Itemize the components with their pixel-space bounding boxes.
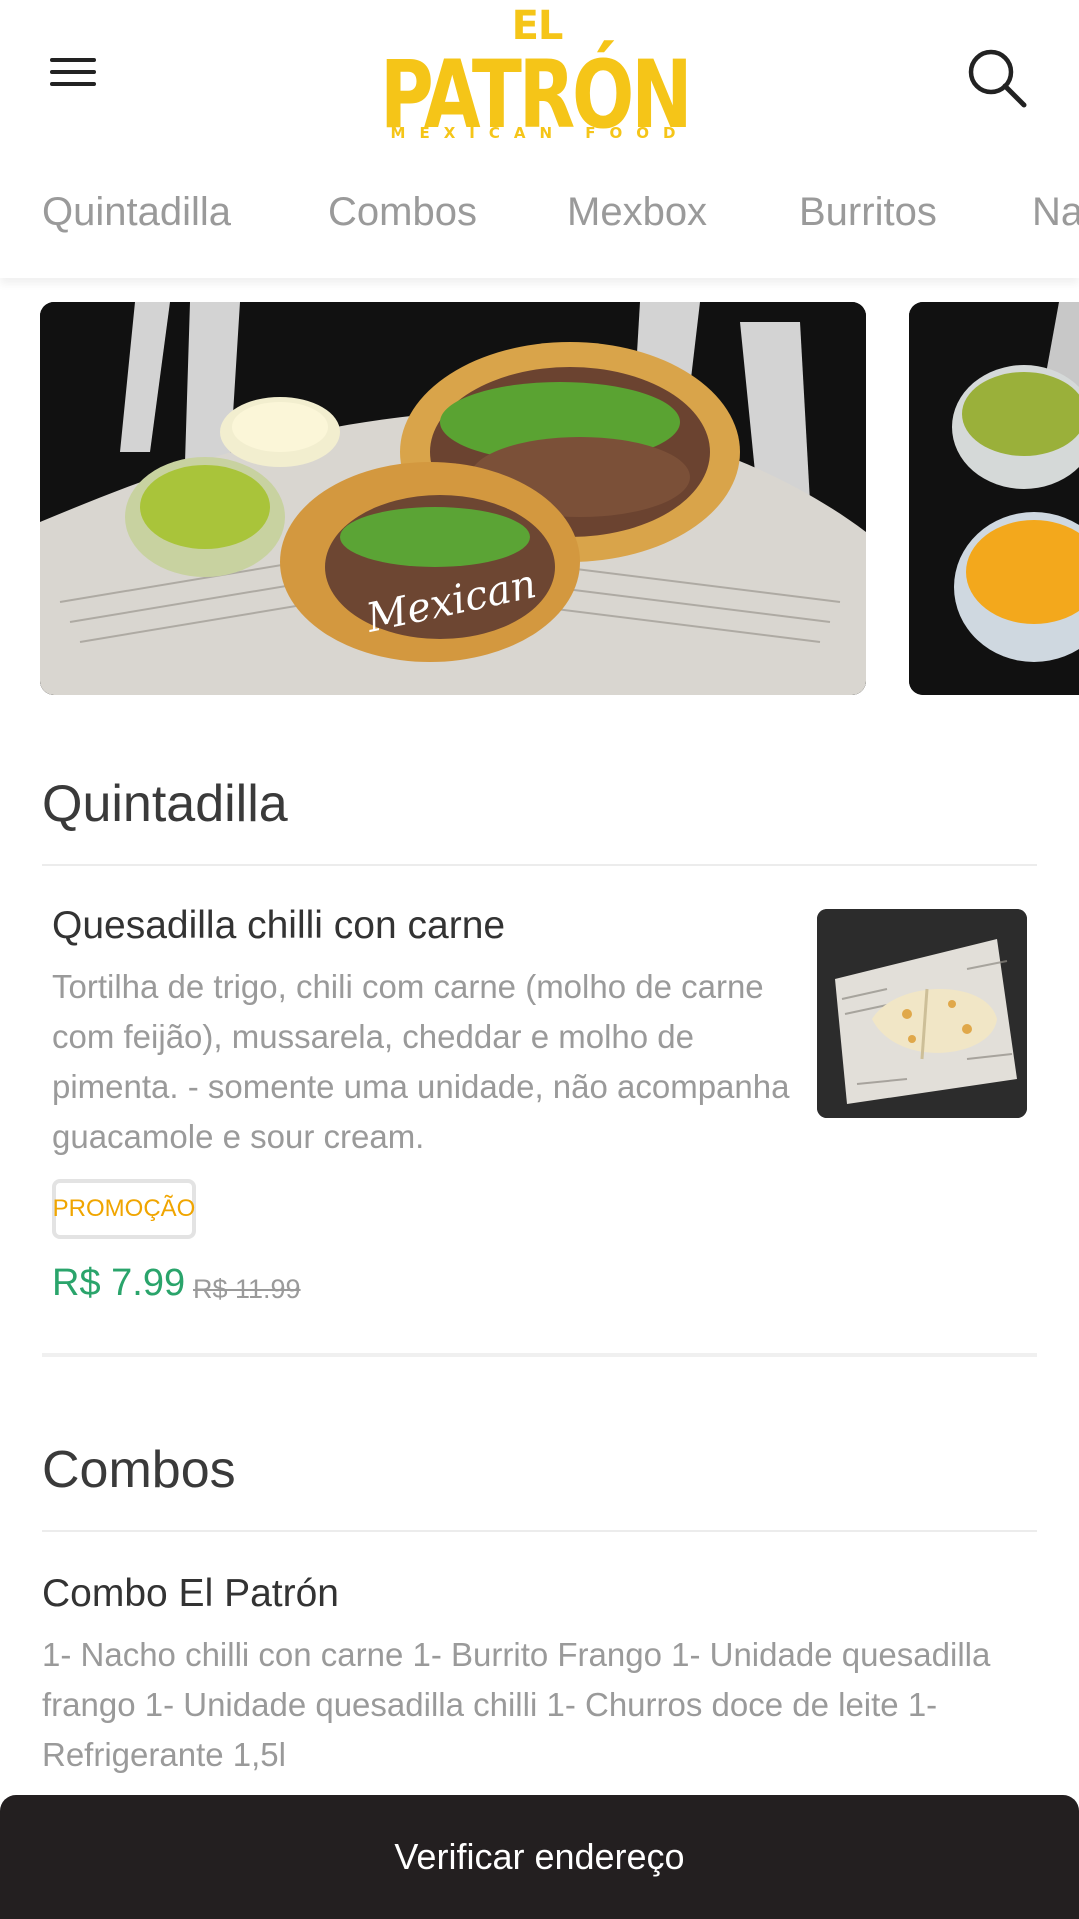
- item-description: 1- Nacho chilli con carne 1- Burrito Fra…: [42, 1636, 991, 1773]
- section-title-quintadilla: Quintadilla: [42, 775, 288, 833]
- promo-badge: PROMOÇÃO: [52, 1179, 196, 1239]
- app-header: ELPATRÓN MEXICAN FOOD: [0, 0, 1079, 150]
- item-name: Combo El Patrón: [42, 1572, 339, 1615]
- quesadilla-thumbnail[interactable]: [817, 909, 1027, 1118]
- logo-subtitle: MEXICAN FOOD: [390, 124, 690, 142]
- hamburger-menu-icon[interactable]: [42, 52, 104, 102]
- tab-nachos[interactable]: Na: [1032, 190, 1079, 235]
- item-divider: [42, 1353, 1037, 1357]
- el-patron-logo[interactable]: ELPATRÓN MEXICAN FOOD: [380, 6, 700, 146]
- promo-banner-dips[interactable]: [909, 302, 1079, 695]
- item-description: Tortilha de trigo, chili com carne (molh…: [52, 968, 790, 1155]
- section-divider: [42, 1530, 1037, 1532]
- item-price: R$ 7.99: [52, 1262, 186, 1304]
- tab-mexbox[interactable]: Mexbox: [567, 190, 707, 235]
- section-title-combos: Combos: [42, 1441, 236, 1499]
- category-tabs: Quintadilla Combos Mexbox Burritos Na: [0, 150, 1079, 278]
- search-icon[interactable]: [962, 44, 1032, 112]
- verify-address-button[interactable]: Verificar endereço: [0, 1795, 1079, 1919]
- item-old-price: R$ 11.99: [193, 1274, 301, 1304]
- tab-combos[interactable]: Combos: [328, 190, 477, 235]
- promo-banner-burrito[interactable]: Mexican: [40, 302, 866, 695]
- item-name: Quesadilla chilli con carne: [52, 904, 506, 947]
- tab-burritos[interactable]: Burritos: [799, 190, 937, 235]
- tab-quintadilla[interactable]: Quintadilla: [42, 190, 231, 235]
- section-divider: [42, 864, 1037, 866]
- logo-prefix: EL: [511, 3, 564, 49]
